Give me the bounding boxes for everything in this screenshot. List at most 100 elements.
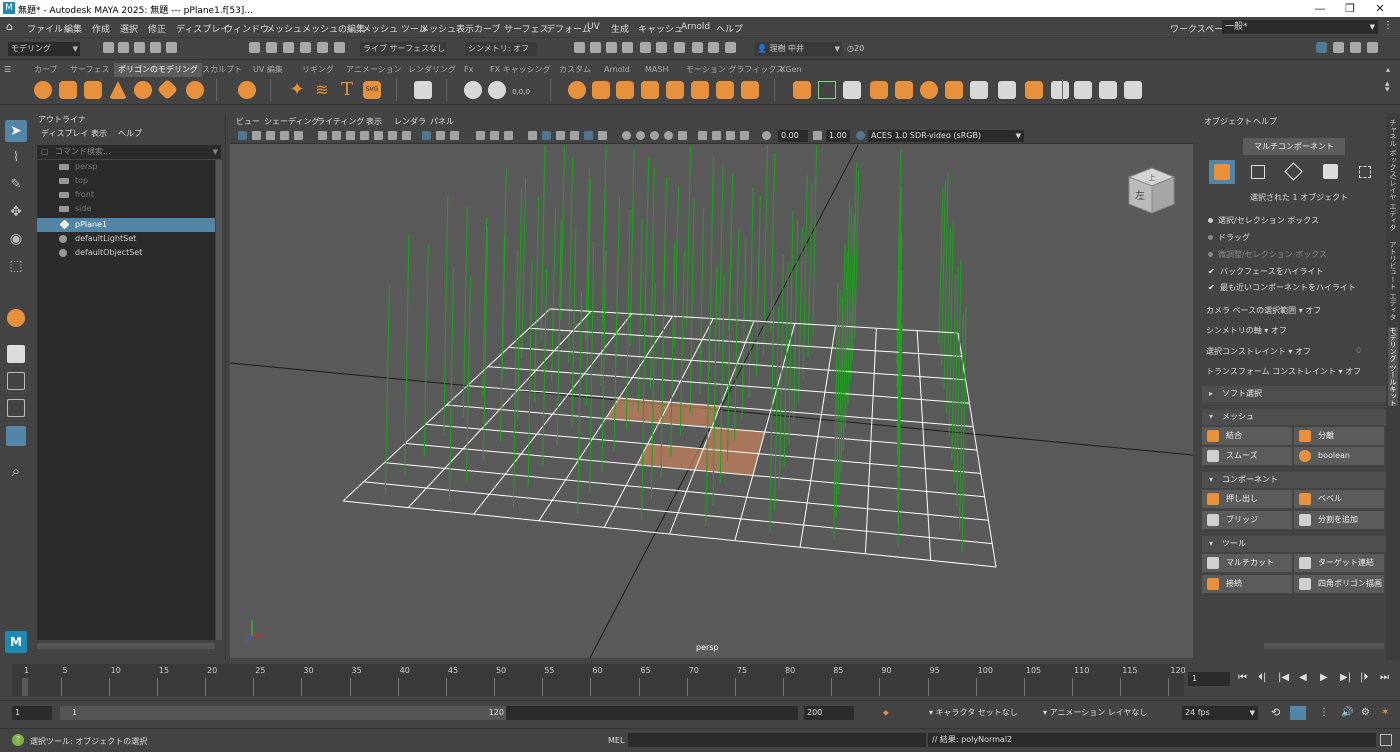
shadows-icon[interactable]: [622, 131, 631, 140]
mel-command-input[interactable]: [628, 733, 926, 747]
outliner-item-default-light-set[interactable]: defaultLightSet: [37, 232, 215, 246]
combine-icon[interactable]: [568, 81, 586, 99]
poly-disc-icon[interactable]: [186, 81, 204, 99]
extrude-button[interactable]: 押し出し: [1202, 490, 1292, 508]
render-frame-icon[interactable]: [590, 42, 601, 53]
search-icon[interactable]: ⌕: [5, 460, 27, 482]
lasso-tool-icon[interactable]: ⌇: [5, 147, 27, 169]
shelf-tab-curves[interactable]: カーブ: [34, 63, 58, 77]
menu-file[interactable]: ファイル: [27, 22, 63, 35]
menu-surfaces[interactable]: サーフェス: [504, 22, 548, 35]
menu-mesh-tools[interactable]: メッシュ ツール: [362, 22, 428, 35]
viewport-menu-shading[interactable]: シェーディング: [264, 116, 319, 127]
multi-cut-button[interactable]: マルチカット: [1202, 554, 1292, 572]
persp-outliner-layout-icon[interactable]: [7, 399, 25, 417]
tab-attribute-editor[interactable]: アトリビュート エディタ: [1388, 241, 1398, 320]
poly-svg-icon[interactable]: SVG: [363, 81, 381, 99]
bevel-button[interactable]: ベベル: [1294, 490, 1384, 508]
bridge-icon[interactable]: [843, 81, 861, 99]
four-view-layout-icon[interactable]: [7, 372, 25, 390]
select-tool-icon[interactable]: ➤: [5, 120, 27, 142]
loop-icon[interactable]: ⟲: [1268, 706, 1282, 720]
menu-deform[interactable]: デフォーム: [546, 22, 591, 35]
preferences-icon[interactable]: ⚙: [1358, 706, 1372, 720]
combine-button[interactable]: 結合: [1202, 427, 1292, 445]
poly-text-icon[interactable]: T: [338, 81, 356, 99]
character-set-dropdown[interactable]: ▾ キャラクタ セットなし: [926, 706, 1024, 720]
scale-tool-icon[interactable]: ⬚: [5, 255, 27, 277]
mtk-menu-help[interactable]: ヘルプ: [1253, 116, 1277, 127]
playback-options-icon[interactable]: ⋮: [1316, 706, 1330, 720]
wireframe-on-shaded-icon[interactable]: [570, 131, 579, 140]
poly-sphere-icon[interactable]: [34, 81, 52, 99]
fill-hole-icon[interactable]: [716, 81, 734, 99]
reduce-icon[interactable]: [741, 81, 759, 99]
extrude-icon[interactable]: [793, 81, 811, 99]
minimize-button[interactable]: —: [1305, 0, 1335, 17]
step-forward-frame-button[interactable]: ▶|: [1340, 672, 1351, 683]
color-management-icon[interactable]: [856, 131, 865, 140]
object-mode-button[interactable]: [1209, 160, 1235, 184]
resolution-gate-icon[interactable]: [360, 131, 369, 140]
smooth-shade-icon[interactable]: [542, 131, 551, 140]
last-tool-icon[interactable]: [7, 309, 25, 327]
anti-aliasing-icon[interactable]: [664, 131, 673, 140]
undo-icon[interactable]: [150, 42, 161, 53]
move-tool-icon[interactable]: ✥: [5, 201, 27, 223]
uv-mode-button[interactable]: [1352, 160, 1378, 184]
film-gate-icon[interactable]: [346, 131, 355, 140]
wireframe-icon[interactable]: [528, 131, 537, 140]
paint-select-tool-icon[interactable]: ✎: [5, 174, 27, 196]
backface-highlight-checkbox[interactable]: ✔ バックフェースをハイライト: [1208, 266, 1323, 277]
hypershade-icon[interactable]: [640, 42, 651, 53]
shelf-tab-sculpting[interactable]: スカルプト: [202, 63, 242, 77]
select-constraint-row[interactable]: 選択コンストレイント ▾ オフ 0: [1206, 346, 1361, 357]
quad-draw-icon[interactable]: [1124, 81, 1142, 99]
nearest-component-checkbox[interactable]: ✔ 最も近いコンポーネントをハイライト: [1208, 282, 1356, 293]
exposure-field[interactable]: 0.00: [778, 130, 808, 142]
collapse-icon[interactable]: [998, 81, 1016, 99]
shelf-tab-fx-caching[interactable]: FX キャッシング: [490, 63, 551, 77]
outliner-item-top[interactable]: top: [37, 174, 215, 188]
insert-edge-loop-icon[interactable]: [1025, 81, 1043, 99]
menu-edit[interactable]: 編集: [64, 22, 82, 35]
tools-section[interactable]: ツール: [1202, 536, 1386, 552]
home-icon[interactable]: ⌂: [6, 20, 13, 33]
film-gate-mask-icon[interactable]: [436, 131, 445, 140]
menu-generate[interactable]: 生成: [611, 22, 629, 35]
xray-icon[interactable]: [712, 131, 721, 140]
auto-key-icon[interactable]: ⬥: [880, 706, 892, 720]
transform-constraint-row[interactable]: トランスフォーム コンストレイント ▾ オフ: [1206, 366, 1361, 377]
open-scene-icon[interactable]: [118, 42, 129, 53]
poly-cube-icon[interactable]: [59, 81, 77, 99]
shelf-tab-motion-graphics[interactable]: モーション グラフィックス: [686, 63, 784, 77]
symmetry-axis-row[interactable]: シンメトリの軸 ▾ オフ: [1206, 325, 1287, 336]
menu-uv[interactable]: UV: [587, 22, 600, 32]
append-poly-icon[interactable]: [895, 81, 913, 99]
current-time-marker[interactable]: [22, 678, 28, 696]
render-view-icon[interactable]: [574, 42, 585, 53]
menu-mesh-display[interactable]: メッシュ表示: [420, 22, 474, 35]
close-button[interactable]: ✕: [1365, 0, 1395, 17]
2d-pan-zoom-icon[interactable]: [294, 131, 303, 140]
bookmarks-icon[interactable]: [266, 131, 275, 140]
outliner-item-front[interactable]: front: [37, 188, 215, 202]
snap-curve-icon[interactable]: [317, 42, 328, 53]
shelf-options-icon[interactable]: ▴ ▾: [1385, 80, 1400, 99]
outliner-menu-help[interactable]: ヘルプ: [118, 128, 142, 139]
redo-icon[interactable]: [166, 42, 177, 53]
grease-pencil-icon[interactable]: [318, 131, 327, 140]
grid-toggle-icon[interactable]: [332, 131, 341, 140]
wedge-icon[interactable]: [945, 81, 963, 99]
shelf-tab-custom[interactable]: カスタム: [559, 63, 591, 77]
single-perspective-layout-icon[interactable]: [7, 345, 25, 363]
animation-start-field[interactable]: 1: [12, 706, 52, 720]
menu-windows[interactable]: ウィンドウ: [224, 22, 269, 35]
text-overlay-icon[interactable]: [504, 131, 513, 140]
target-weld-button[interactable]: ターゲット連結: [1294, 554, 1384, 572]
field-chart-icon[interactable]: [388, 131, 397, 140]
select-option-box[interactable]: 選択/セレクション ボックス: [1208, 215, 1319, 226]
menu-display[interactable]: ディスプレイ: [176, 22, 229, 35]
bevel-icon[interactable]: [870, 81, 888, 99]
multi-cut-icon[interactable]: [1074, 81, 1092, 99]
